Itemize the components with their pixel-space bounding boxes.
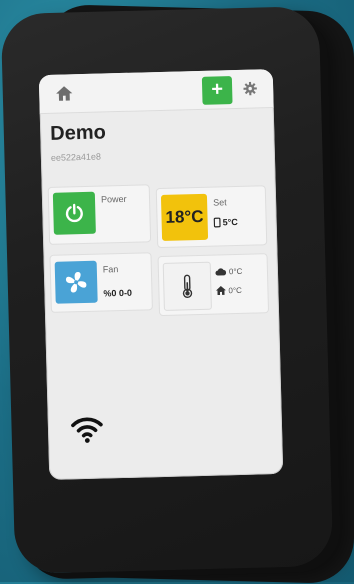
setpoint-card[interactable]: 18°C Set 5°C xyxy=(156,185,268,248)
power-toggle[interactable] xyxy=(53,192,96,235)
top-bar: + xyxy=(39,69,274,114)
indoor-temp: 0°C xyxy=(228,285,242,294)
thermometer-icon xyxy=(181,274,194,298)
setpoint-value: 5°C xyxy=(223,217,238,227)
thermometer-tile xyxy=(163,262,212,311)
readings-card: 0°C 0°C xyxy=(158,253,270,316)
fan-value: %0 0-0 xyxy=(103,288,132,299)
power-card[interactable]: Power xyxy=(48,184,151,245)
outdoor-temp: 0°C xyxy=(229,267,243,276)
wifi-icon xyxy=(70,414,105,445)
fan-card[interactable]: Fan %0 0-0 xyxy=(49,252,152,313)
gear-icon[interactable] xyxy=(243,81,257,95)
cloud-icon xyxy=(215,267,227,276)
fan-icon xyxy=(63,269,90,296)
device-name: Demo xyxy=(50,121,106,145)
add-button[interactable]: + xyxy=(202,76,233,105)
device-screen: + Demo ee522a41e8 Power xyxy=(39,69,284,480)
power-icon xyxy=(63,202,86,225)
setpoint-temp: 18°C xyxy=(165,207,203,228)
fan-label: Fan xyxy=(103,264,119,274)
setpoint-value-row: 5°C xyxy=(214,217,238,228)
phone-icon xyxy=(214,217,221,227)
setpoint-label: Set xyxy=(213,197,227,207)
indoor-reading: 0°C xyxy=(215,285,242,296)
power-label: Power xyxy=(101,194,127,205)
device-id: ee522a41e8 xyxy=(51,152,101,163)
fan-tile[interactable] xyxy=(55,261,98,304)
home-icon[interactable] xyxy=(55,84,73,102)
house-icon xyxy=(215,285,226,295)
setpoint-tile[interactable]: 18°C xyxy=(161,194,208,241)
outdoor-reading: 0°C xyxy=(215,267,243,277)
